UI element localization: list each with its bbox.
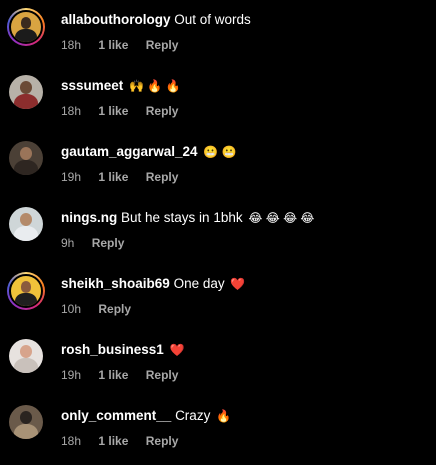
- comment-time: 18h: [61, 38, 82, 52]
- comment-likes[interactable]: 1 like: [98, 170, 128, 184]
- comment-meta: 18h 1 like Reply: [61, 434, 178, 448]
- avatar-image: [9, 405, 43, 439]
- comment-meta: 19h 1 like Reply: [61, 170, 178, 184]
- reply-button[interactable]: Reply: [98, 302, 131, 316]
- emoji-reaction: 😬 😬: [203, 145, 237, 159]
- avatar-image: [9, 75, 43, 109]
- comment-text: One day: [173, 276, 225, 291]
- avatar[interactable]: [9, 75, 43, 109]
- comment-likes[interactable]: 1 like: [98, 38, 128, 52]
- avatar-image: [9, 10, 43, 44]
- comment-meta: 18h 1 like Reply: [61, 38, 178, 52]
- comment-line: sheikh_shoaib69 One day ❤️: [61, 275, 245, 293]
- comment-username[interactable]: sheikh_shoaib69: [61, 276, 170, 291]
- reply-button[interactable]: Reply: [146, 104, 179, 118]
- comment-likes[interactable]: 1 like: [98, 434, 128, 448]
- avatar[interactable]: [7, 272, 45, 310]
- comment-item: only_comment__ Crazy 🔥 18h 1 like Reply: [0, 399, 436, 465]
- comment-time: 19h: [61, 368, 82, 382]
- comment-likes[interactable]: 1 like: [98, 104, 128, 118]
- avatar[interactable]: [9, 141, 43, 175]
- comment-meta: 19h 1 like Reply: [61, 368, 178, 382]
- comment-meta: 10h Reply: [61, 302, 131, 316]
- avatar-image: [9, 141, 43, 175]
- comment-line: gautam_aggarwal_24 😬 😬: [61, 143, 237, 161]
- reply-button[interactable]: Reply: [146, 38, 179, 52]
- comment-item: sheikh_shoaib69 One day ❤️ 10h Reply: [0, 267, 436, 333]
- comment-time: 18h: [61, 104, 82, 118]
- comment-time: 18h: [61, 434, 82, 448]
- comment-item: gautam_aggarwal_24 😬 😬 19h 1 like Reply: [0, 135, 436, 201]
- reply-button[interactable]: Reply: [92, 236, 125, 250]
- fire-emoji: 🔥: [216, 409, 232, 423]
- comment-username[interactable]: rosh_business1: [61, 342, 164, 357]
- comment-line: nings.ng But he stays in 1bhk 😂 😂 😂 😂: [61, 209, 314, 227]
- emoji-reaction: 😂 😂 😂 😂: [248, 211, 315, 225]
- reply-button[interactable]: Reply: [146, 434, 179, 448]
- avatar-image: [9, 274, 43, 308]
- heart-emoji: ❤️: [169, 343, 185, 357]
- comment-text: Crazy: [175, 408, 211, 423]
- avatar-image: [9, 207, 43, 241]
- comment-likes[interactable]: 1 like: [98, 368, 128, 382]
- comment-username[interactable]: nings.ng: [61, 210, 117, 225]
- comment-time: 9h: [61, 236, 75, 250]
- comment-line: sssumeet 🙌 🔥 🔥: [61, 77, 181, 95]
- avatar[interactable]: [7, 8, 45, 46]
- comment-item: rosh_business1 ❤️ 19h 1 like Reply: [0, 333, 436, 399]
- avatar-image: [9, 339, 43, 373]
- emoji-reaction: 🙌 🔥 🔥: [129, 79, 181, 93]
- comment-username[interactable]: allabouthorology: [61, 12, 171, 27]
- comment-meta: 9h Reply: [61, 236, 124, 250]
- reply-button[interactable]: Reply: [146, 170, 179, 184]
- comment-line: allabouthorology Out of words: [61, 11, 251, 28]
- comment-item: allabouthorology Out of words 18h 1 like…: [0, 3, 436, 69]
- avatar[interactable]: [9, 405, 43, 439]
- avatar[interactable]: [9, 339, 43, 373]
- comment-username[interactable]: gautam_aggarwal_24: [61, 144, 198, 159]
- comment-text: But he stays in 1bhk: [121, 210, 243, 225]
- comment-line: rosh_business1 ❤️: [61, 341, 185, 359]
- comment-item: nings.ng But he stays in 1bhk 😂 😂 😂 😂 9h…: [0, 201, 436, 267]
- comment-time: 19h: [61, 170, 82, 184]
- comment-username[interactable]: sssumeet: [61, 78, 123, 93]
- comment-meta: 18h 1 like Reply: [61, 104, 178, 118]
- comment-item: sssumeet 🙌 🔥 🔥 18h 1 like Reply: [0, 69, 436, 135]
- reply-button[interactable]: Reply: [146, 368, 179, 382]
- comment-time: 10h: [61, 302, 82, 316]
- comment-line: only_comment__ Crazy 🔥: [61, 407, 231, 425]
- avatar[interactable]: [9, 207, 43, 241]
- heart-emoji: ❤️: [230, 277, 246, 291]
- comment-text: Out of words: [174, 12, 251, 27]
- comment-username[interactable]: only_comment__: [61, 408, 171, 423]
